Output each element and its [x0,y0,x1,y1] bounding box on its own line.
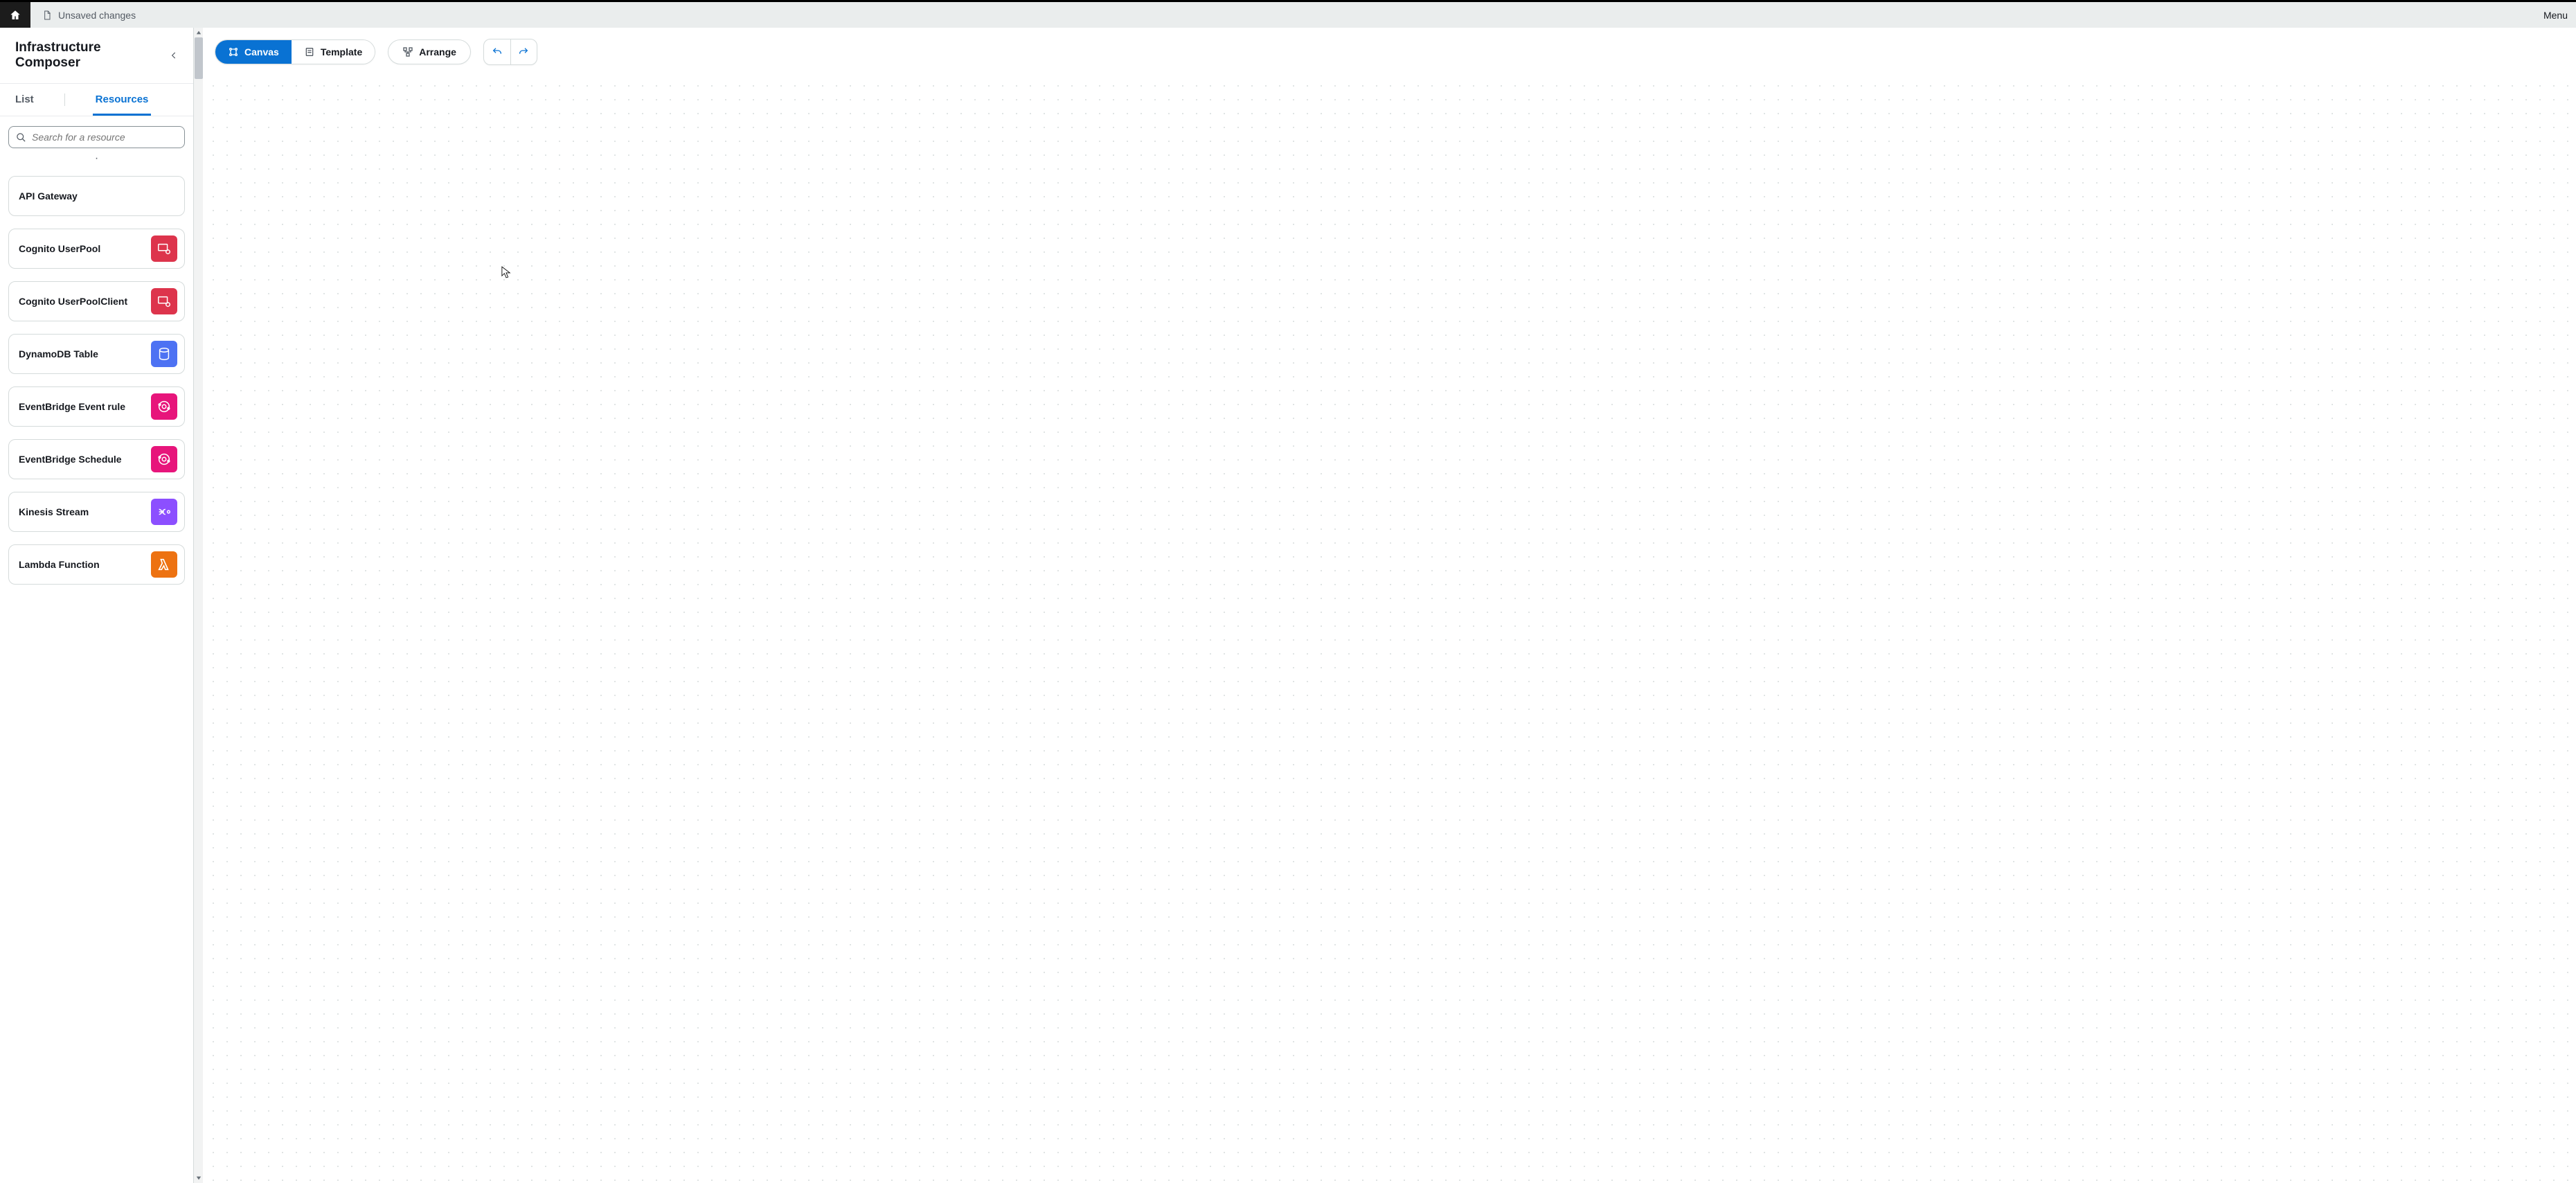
canvas-grid [204,76,2576,1183]
resource-item-lambda-function[interactable]: Lambda Function [8,544,185,585]
arrange-icon [402,46,413,57]
sidebar-title: Infrastructure Composer [15,40,165,71]
tab-resources[interactable]: Resources [93,84,152,116]
undo-redo-group [483,39,537,65]
resource-item-eventbridge-rule[interactable]: EventBridge Event rule [8,386,185,427]
cognito-icon [151,288,177,314]
home-button[interactable] [0,2,30,28]
lambda-icon [151,551,177,578]
template-mode-button[interactable]: Template [292,40,375,64]
arrange-label: Arrange [419,46,456,57]
collapse-sidebar-button[interactable] [165,46,184,65]
kinesis-icon [151,499,177,525]
home-icon [9,9,21,21]
scroll-thumb[interactable] [195,37,203,79]
resource-list[interactable]: · API Gateway Cognito UserPool Cognito U… [0,154,193,1183]
redo-button[interactable] [510,39,537,64]
topbar: Unsaved changes Menu [0,0,2576,28]
resource-item-cognito-userpool[interactable]: Cognito UserPool [8,229,185,269]
eventbridge-icon [151,446,177,472]
resource-item-api-gateway[interactable]: API Gateway [8,176,185,216]
eventbridge-icon [151,393,177,420]
menu-button[interactable]: Menu [2543,10,2576,21]
file-icon [42,10,53,21]
undo-icon [492,46,503,57]
tab-list[interactable]: List [12,84,37,116]
api-gateway-icon [151,183,177,209]
resource-label: EventBridge Event rule [19,401,125,412]
scroll-down-button[interactable] [194,1173,203,1183]
resource-label: Lambda Function [19,559,100,570]
cognito-icon [151,235,177,262]
search-box[interactable] [8,126,185,148]
canvas-mode-label: Canvas [244,46,279,57]
dynamodb-icon [151,341,177,367]
undo-button[interactable] [484,39,510,64]
resource-item-kinesis-stream[interactable]: Kinesis Stream [8,492,185,532]
sidebar: Infrastructure Composer List Resources ·… [0,28,194,1183]
resource-label: EventBridge Schedule [19,454,122,465]
overflow-indicator-top: · [8,157,185,163]
resource-label: DynamoDB Table [19,348,98,359]
scroll-up-button[interactable] [194,28,203,37]
chevron-left-icon [169,51,179,60]
resource-label: Cognito UserPool [19,243,100,254]
redo-icon [518,46,529,57]
canvas-mode-button[interactable]: Canvas [215,40,292,64]
cursor-icon [501,266,511,278]
template-icon [304,46,315,57]
canvas-toolbar: Canvas Template Arrange [215,39,537,65]
search-input[interactable] [32,132,177,143]
sidebar-tabs: List Resources [0,84,193,116]
canvas-area[interactable]: Canvas Template Arrange [204,28,2576,1183]
canvas-icon [228,46,239,57]
template-mode-label: Template [321,46,362,57]
resource-label: API Gateway [19,190,78,202]
sidebar-scrollbar[interactable] [193,28,203,1183]
unsaved-changes-indicator: Unsaved changes [30,2,147,28]
search-icon [16,132,26,143]
resource-item-eventbridge-schedule[interactable]: EventBridge Schedule [8,439,185,479]
unsaved-changes-label: Unsaved changes [58,10,136,21]
resource-label: Cognito UserPoolClient [19,296,127,307]
arrange-button[interactable]: Arrange [388,39,471,64]
resource-item-dynamodb-table[interactable]: DynamoDB Table [8,334,185,374]
view-mode-toggle: Canvas Template [215,39,375,64]
resource-item-cognito-userpoolclient[interactable]: Cognito UserPoolClient [8,281,185,321]
resource-label: Kinesis Stream [19,506,89,517]
